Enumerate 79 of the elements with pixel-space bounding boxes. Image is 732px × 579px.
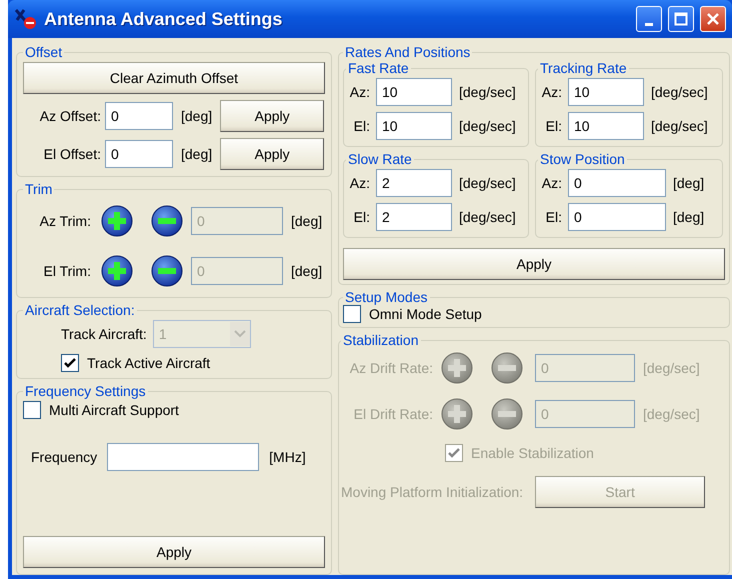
field-label: Az: [348, 175, 370, 191]
unit-label: [deg/sec] [643, 406, 700, 422]
minimize-icon [645, 22, 653, 26]
checkbox-label: Multi Aircraft Support [49, 402, 179, 418]
unit-label: [deg] [673, 209, 704, 225]
group-title: Aircraft Selection: [24, 302, 136, 318]
field-label: El: [544, 209, 562, 225]
frequency-field[interactable] [107, 443, 260, 471]
unit-label: [deg/sec] [651, 118, 708, 134]
plus-icon[interactable] [101, 255, 133, 287]
minus-icon[interactable] [151, 255, 183, 287]
unit-label: [deg] [291, 263, 322, 279]
close-icon [706, 12, 720, 26]
field-label: El Trim: [42, 263, 91, 279]
field-label: El Offset: [42, 146, 101, 162]
maximize-button[interactable] [668, 6, 694, 32]
field-label: Frequency [31, 449, 98, 465]
field-label: Az Drift Rate: [348, 360, 433, 376]
minimize-button[interactable] [636, 6, 662, 32]
unit-label: [deg] [673, 175, 704, 191]
apply-button[interactable]: Apply [220, 138, 324, 170]
apply-button[interactable]: Apply [23, 536, 325, 568]
checkbox[interactable] [23, 401, 41, 419]
field-label: Az Offset: [38, 108, 101, 124]
field-label: El: [352, 118, 370, 134]
offset-field[interactable]: 0 [105, 102, 173, 130]
plus-icon[interactable] [101, 205, 133, 237]
window-title: Antenna Advanced Settings [44, 8, 284, 30]
checkbox-label: Omni Mode Setup [369, 306, 482, 322]
checkbox-label: Enable Stabilization [471, 445, 594, 461]
clear-offset-button[interactable]: Clear Azimuth Offset [23, 62, 325, 94]
rate-field[interactable]: 2 [376, 203, 452, 231]
rate-field[interactable]: 10 [376, 112, 452, 140]
field-label: El: [544, 118, 562, 134]
apply-button[interactable]: Apply [343, 248, 725, 280]
antenna-icon [14, 8, 38, 30]
unit-label: [deg/sec] [459, 175, 516, 191]
offset-field[interactable]: 0 [105, 140, 173, 168]
checkbox[interactable] [61, 354, 79, 372]
unit-label: [deg/sec] [459, 118, 516, 134]
unit-label: [deg] [291, 213, 322, 229]
unit-label: [deg/sec] [651, 84, 708, 100]
rate-field[interactable]: 0 [568, 203, 666, 231]
field-label: El: [352, 209, 370, 225]
rate-field[interactable]: 0 [568, 169, 666, 197]
group-title: Fast Rate [347, 60, 410, 76]
unit-label: [deg/sec] [459, 209, 516, 225]
unit-label: [deg/sec] [643, 360, 700, 376]
maximize-icon [674, 12, 688, 26]
field-label: Az: [540, 84, 562, 100]
rate-field[interactable]: 10 [376, 78, 452, 106]
rate-field[interactable]: 10 [568, 112, 644, 140]
field-label: Az Trim: [38, 213, 91, 229]
group-title: Stow Position [539, 151, 626, 167]
checkbox-label: Track Active Aircraft [87, 355, 210, 371]
minus-icon[interactable] [151, 205, 183, 237]
close-button[interactable] [700, 6, 726, 32]
field-label: Moving Platform Initialization: [341, 484, 524, 500]
group-title: Frequency Settings [24, 383, 147, 399]
unit-label: [MHz] [269, 449, 306, 465]
field-label: El Drift Rate: [352, 406, 433, 422]
group-title: Tracking Rate [539, 60, 628, 76]
group-title: Rates And Positions [344, 44, 472, 60]
unit-label: [deg/sec] [459, 84, 516, 100]
field-label: Az: [348, 84, 370, 100]
checkbox[interactable] [343, 305, 361, 323]
field-label: Az: [540, 175, 562, 191]
rate-field[interactable]: 2 [376, 169, 452, 197]
group-title: Slow Rate [347, 151, 413, 167]
rate-field[interactable]: 10 [568, 78, 644, 106]
apply-button[interactable]: Apply [220, 100, 324, 132]
group-title: Offset [24, 44, 64, 60]
group-title: Stabilization [342, 332, 420, 348]
unit-label: [deg] [181, 146, 212, 162]
group-title: Setup Modes [344, 289, 428, 305]
group-title: Trim [24, 181, 54, 197]
unit-label: [deg] [181, 108, 212, 124]
field-label: Track Aircraft: [61, 326, 147, 342]
caret-icon [230, 322, 250, 346]
